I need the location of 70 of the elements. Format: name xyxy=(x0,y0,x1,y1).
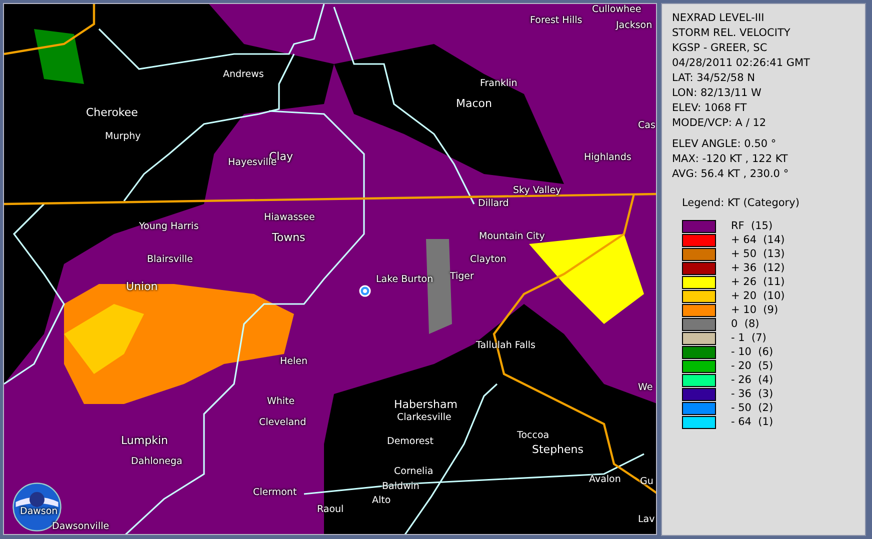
legend-label: + 10 (9) xyxy=(731,304,778,316)
info-line: AVG: 56.4 KT , 230.0 ° xyxy=(672,167,790,182)
info-line: LAT: 34/52/58 N xyxy=(672,71,756,86)
town-label: Highlands xyxy=(584,152,632,163)
info-line: 04/28/2011 02:26:41 GMT xyxy=(672,56,811,71)
town-label: Cas xyxy=(638,120,656,131)
county-label: Lumpkin xyxy=(121,435,168,446)
legend-label: - 1 (7) xyxy=(731,332,766,344)
town-label: Dillard xyxy=(478,198,509,209)
town-label: Young Harris xyxy=(139,221,199,232)
legend-label: 0 (8) xyxy=(731,318,760,330)
county-label: Habersham xyxy=(394,399,458,410)
legend-label: + 50 (13) xyxy=(731,248,785,260)
legend-label: + 64 (14) xyxy=(731,234,785,246)
legend-label: - 10 (6) xyxy=(731,346,774,358)
county-label: Stephens xyxy=(532,444,584,455)
town-label: Lav xyxy=(638,514,655,525)
legend-label: + 26 (11) xyxy=(731,276,785,288)
info-line: ELEV: 1068 FT xyxy=(672,101,748,116)
town-label: Demorest xyxy=(387,436,434,447)
town-label: Clarkesville xyxy=(397,412,452,423)
info-line: ELEV ANGLE: 0.50 ° xyxy=(672,137,778,152)
legend-label: + 20 (10) xyxy=(731,290,785,302)
legend-label: + 36 (12) xyxy=(731,262,785,274)
town-label: Dawsonville xyxy=(52,521,110,532)
info-line: LON: 82/13/11 W xyxy=(672,86,762,101)
county-label: Macon xyxy=(456,98,492,109)
legend-label: - 20 (5) xyxy=(731,360,774,372)
town-label: Jackson xyxy=(616,20,652,31)
town-label: Clermont xyxy=(253,487,297,498)
town-label: We xyxy=(638,382,653,393)
town-label: Dawson xyxy=(20,506,58,517)
county-label: Cherokee xyxy=(86,107,138,118)
info-line: STORM REL. VELOCITY xyxy=(672,26,792,41)
info-line: MODE/VCP: A / 12 xyxy=(672,116,768,131)
town-label: Forest Hills xyxy=(530,15,582,26)
town-label: Hiawassee xyxy=(264,212,315,223)
town-label: Murphy xyxy=(105,131,141,142)
legend-title: Legend: KT (Category) xyxy=(682,196,800,211)
town-label: Lake Burton xyxy=(376,274,434,285)
town-label: Cullowhee xyxy=(592,4,642,15)
legend-label: RF (15) xyxy=(731,220,773,232)
info-line: NEXRAD LEVEL-III xyxy=(672,11,766,26)
town-label: Avalon xyxy=(589,474,621,485)
town-label: Andrews xyxy=(223,69,264,80)
legend-label: - 64 (1) xyxy=(731,416,774,428)
town-label: Baldwin xyxy=(382,481,420,492)
town-label: Mountain City xyxy=(479,231,545,242)
legend-label: - 50 (2) xyxy=(731,402,774,414)
town-label: Toccoa xyxy=(517,430,550,441)
county-label: Towns xyxy=(272,232,306,243)
town-label: Dahlonega xyxy=(131,456,182,467)
legend-label: - 36 (3) xyxy=(731,388,774,400)
town-label: Blairsville xyxy=(147,254,193,265)
radar-site-icon xyxy=(359,285,371,297)
town-label: White xyxy=(267,396,295,407)
town-label: Franklin xyxy=(480,78,518,89)
county-label: Union xyxy=(126,281,158,292)
town-label: Cornelia xyxy=(394,466,434,477)
town-label: Gu xyxy=(640,476,654,487)
town-label: Cleveland xyxy=(259,417,306,428)
town-label: Tiger xyxy=(450,271,474,282)
town-label: Clayton xyxy=(470,254,506,265)
town-label: Sky Valley xyxy=(513,185,562,196)
town-label: Raoul xyxy=(317,504,344,515)
info-line: KGSP - GREER, SC xyxy=(672,41,768,56)
town-label: Alto xyxy=(372,495,391,506)
legend-label: - 26 (4) xyxy=(731,374,774,386)
town-label: Helen xyxy=(280,356,308,367)
info-line: MAX: -120 KT , 122 KT xyxy=(672,152,789,167)
